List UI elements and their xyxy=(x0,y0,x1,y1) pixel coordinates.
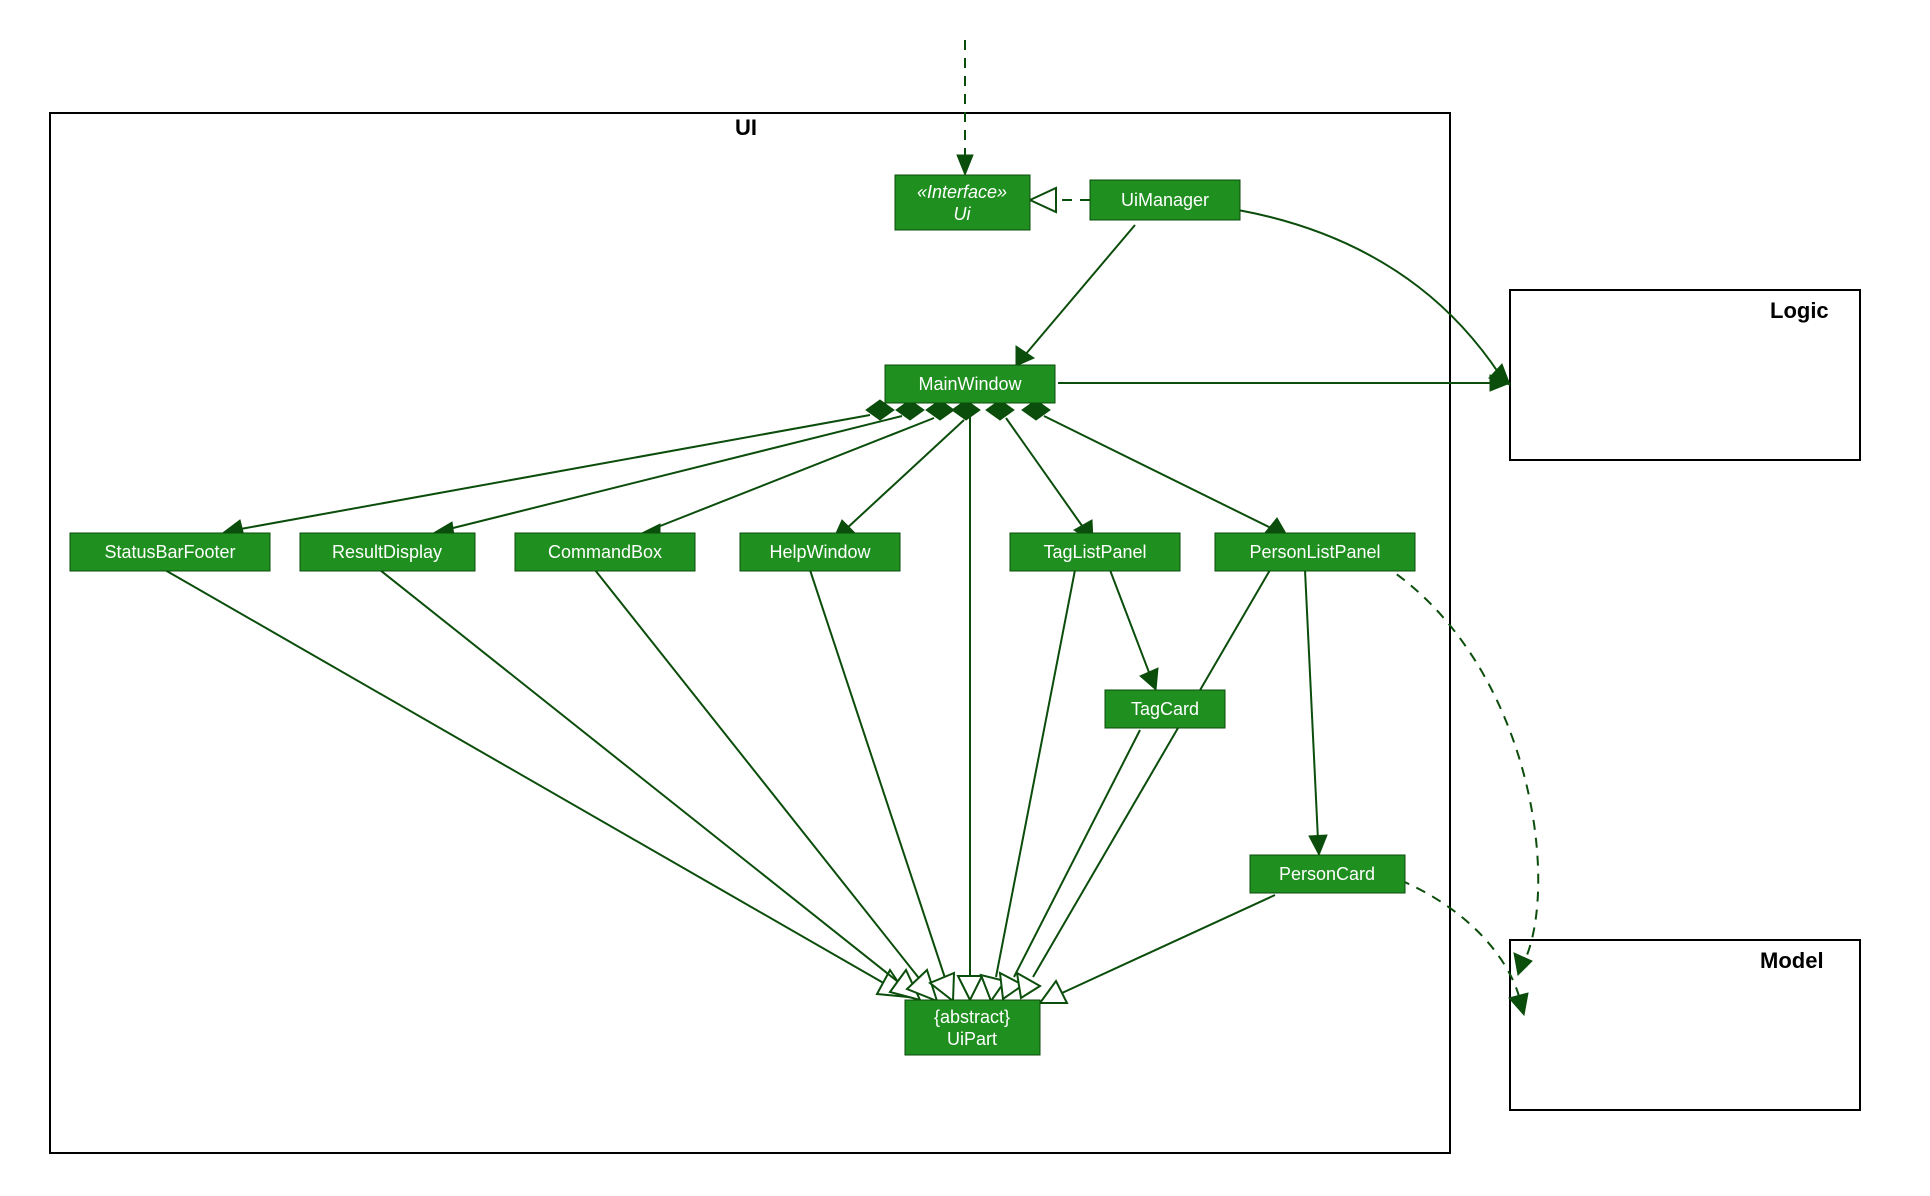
package-ui: UI xyxy=(50,113,1450,1153)
node-helpwindow: HelpWindow xyxy=(740,533,900,571)
node-personlistpanel: PersonListPanel xyxy=(1215,533,1415,571)
node-uimanager: UiManager xyxy=(1090,180,1240,220)
node-mainwindow: MainWindow xyxy=(885,365,1055,403)
node-helpwindow-name: HelpWindow xyxy=(769,542,871,562)
package-model-label: Model xyxy=(1760,948,1824,973)
node-uipart-name: UiPart xyxy=(947,1029,997,1049)
package-logic-label: Logic xyxy=(1770,298,1829,323)
node-taglistpanel: TagListPanel xyxy=(1010,533,1180,571)
node-resultdisplay: ResultDisplay xyxy=(300,533,475,571)
node-ui-interface: «Interface» Ui xyxy=(895,175,1030,230)
node-resultdisplay-name: ResultDisplay xyxy=(332,542,442,562)
node-commandbox: CommandBox xyxy=(515,533,695,571)
node-commandbox-name: CommandBox xyxy=(548,542,662,562)
package-ui-label: UI xyxy=(735,115,757,140)
node-taglistpanel-name: TagListPanel xyxy=(1043,542,1146,562)
node-uipart: {abstract} UiPart xyxy=(905,1000,1040,1055)
node-tagcard: TagCard xyxy=(1105,690,1225,728)
uml-class-diagram: UI Logic Model xyxy=(0,0,1930,1196)
node-ui-stereotype: «Interface» xyxy=(917,182,1007,202)
node-uimanager-name: UiManager xyxy=(1121,190,1209,210)
node-ui-name: Ui xyxy=(954,204,972,224)
package-model: Model xyxy=(1510,940,1860,1110)
node-statusbarfooter: StatusBarFooter xyxy=(70,533,270,571)
node-tagcard-name: TagCard xyxy=(1131,699,1199,719)
package-logic: Logic xyxy=(1510,290,1860,460)
node-uipart-stereotype: {abstract} xyxy=(934,1007,1010,1027)
node-mainwindow-name: MainWindow xyxy=(918,374,1022,394)
node-statusbarfooter-name: StatusBarFooter xyxy=(104,542,235,562)
edge-external-to-ui xyxy=(957,40,973,175)
node-personcard-name: PersonCard xyxy=(1279,864,1375,884)
node-personcard: PersonCard xyxy=(1250,855,1405,893)
node-personlistpanel-name: PersonListPanel xyxy=(1249,542,1380,562)
